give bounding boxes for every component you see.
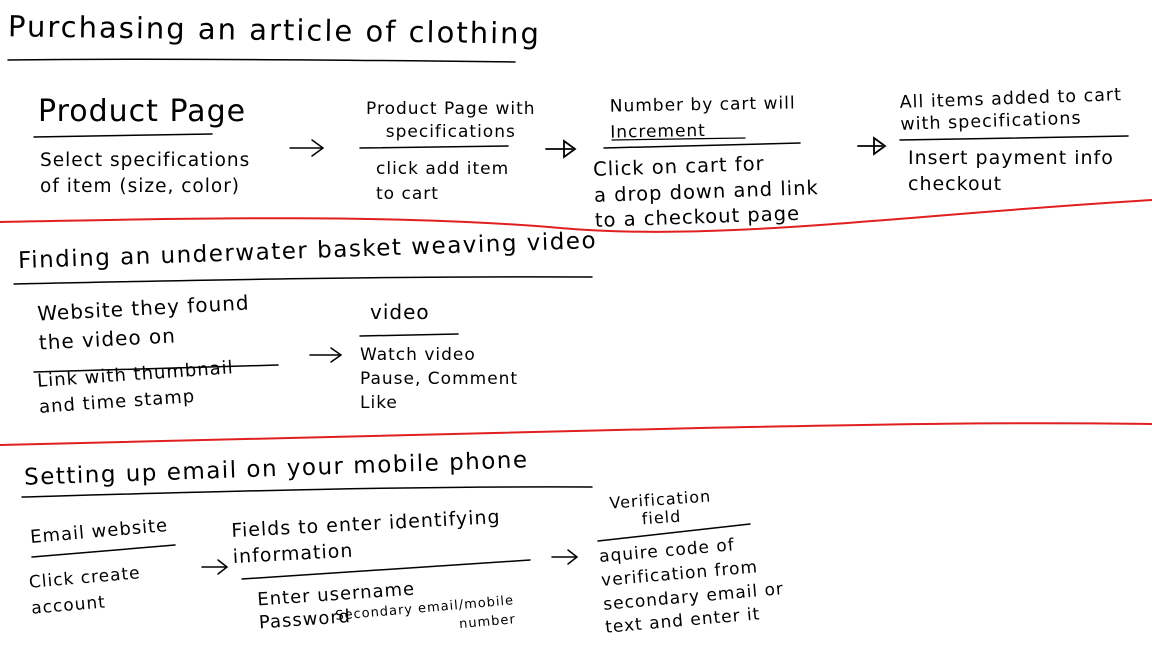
s3-step1-line	[31, 544, 176, 558]
title-underline-1	[7, 58, 516, 63]
s1-step1-line	[33, 133, 213, 138]
s3-step3-actions: aquire code of verification from seconda…	[598, 535, 785, 639]
s2-step2-line	[359, 333, 459, 337]
s1-step2-line	[359, 145, 509, 149]
title-underline-3	[21, 486, 593, 498]
arrow-s1-2	[545, 139, 577, 159]
s1-step2-actions: click add item to cart	[376, 159, 510, 204]
s3-step1-actions: Click create account	[28, 563, 142, 619]
scenario-title-1: Purchasing an article of clothing	[7, 9, 542, 51]
s1-step4-actions: Insert payment info checkout	[908, 147, 1114, 195]
s1-step3-heading: Number by cart will Increment	[609, 93, 796, 143]
s2-step1-heading: Website they found the video on	[36, 290, 251, 355]
s1-step4-line	[899, 135, 1129, 141]
s1-step3-actions: Click on cart for a drop down and link t…	[592, 151, 820, 233]
divider-1	[0, 199, 1152, 233]
arrow-s2-1	[309, 347, 343, 363]
s2-step2-actions: Watch video Pause, Comment Like	[360, 345, 519, 413]
s1-step1-actions: Select specifications of item (size, col…	[40, 150, 251, 197]
arrow-s3-1	[201, 559, 229, 575]
s3-step3-heading: Verification field	[608, 486, 712, 529]
arrow-s3-2	[551, 549, 579, 565]
s1-step4-heading: All items added to cart with specificati…	[899, 85, 1123, 136]
s1-step2-heading: Product Page with specifications	[366, 99, 536, 142]
s2-step2-heading: video	[370, 300, 430, 324]
divider-2	[0, 422, 1152, 446]
arrow-s1-1	[289, 139, 325, 157]
arrow-s1-3	[857, 136, 887, 156]
title-underline-2	[13, 276, 593, 285]
s1-step1-heading: Product Page	[38, 94, 247, 129]
